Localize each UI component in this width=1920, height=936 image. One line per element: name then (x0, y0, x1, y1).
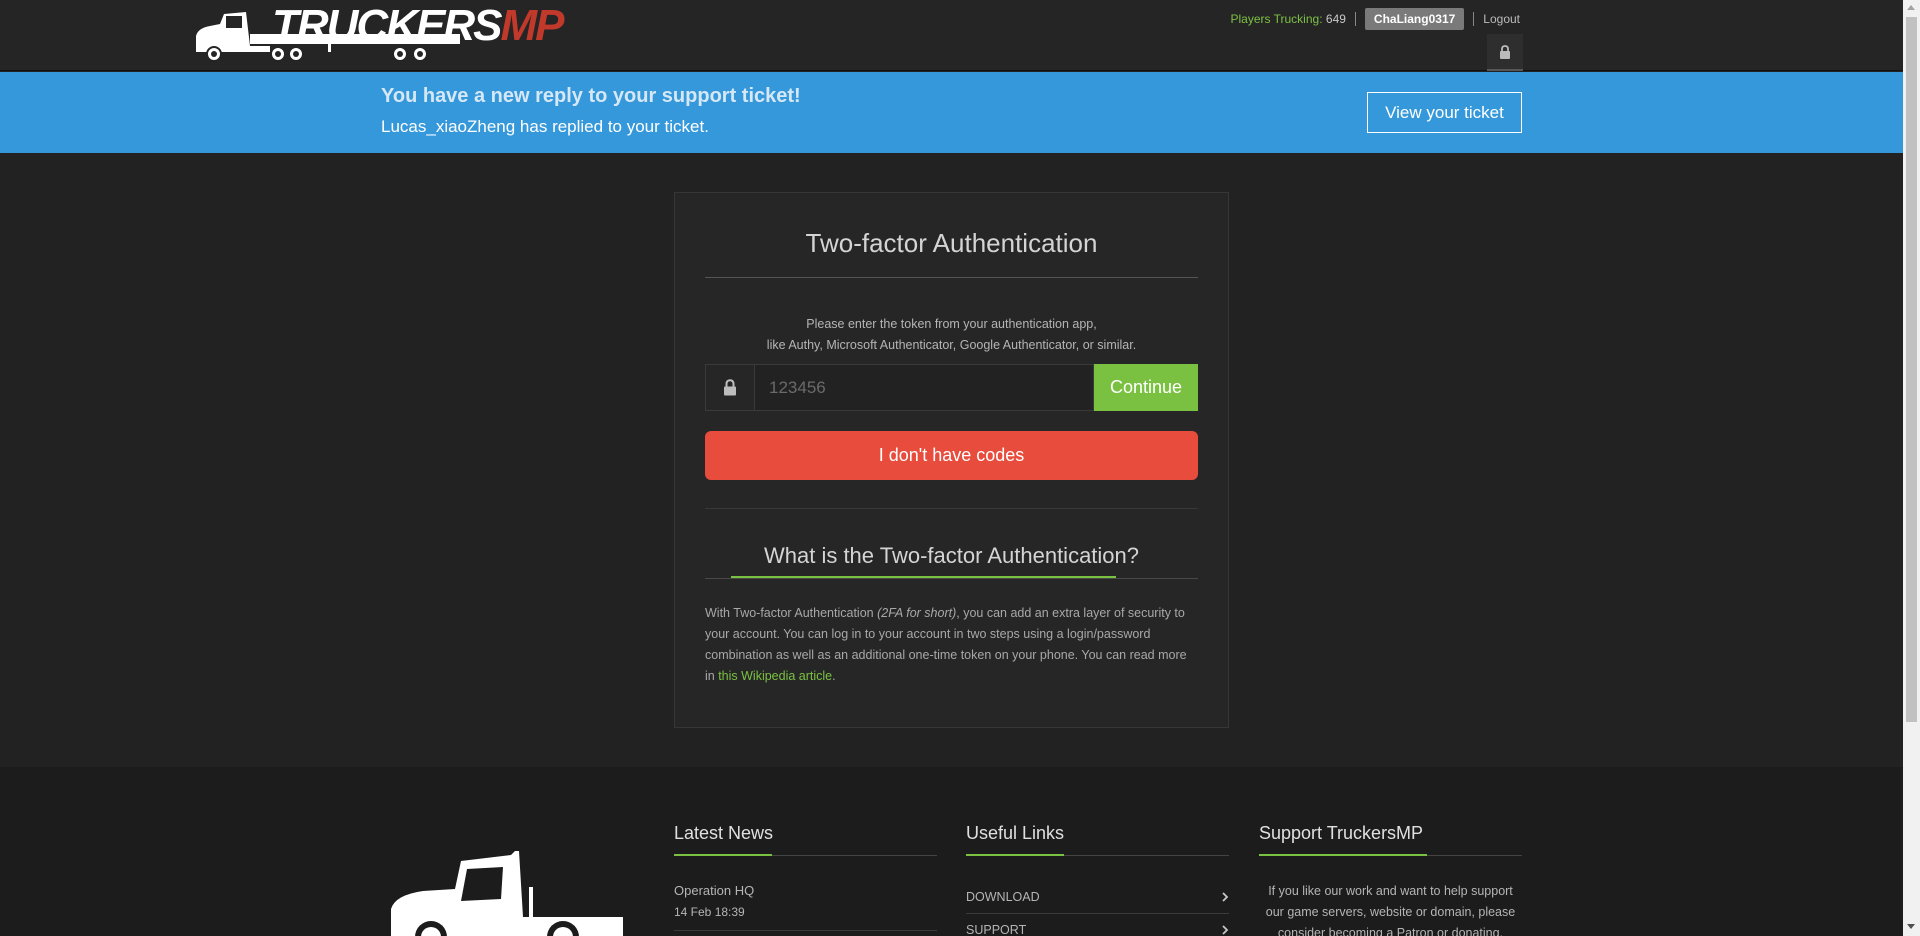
banner-message: Lucas_xiaoZheng has replied to your tick… (381, 117, 709, 136)
footer: Latest News Operation HQ 14 Feb 18:39 Us… (0, 767, 1903, 936)
divider (705, 508, 1198, 509)
scrollbar[interactable] (1903, 0, 1920, 936)
twofa-description: With Two-factor Authentication (2FA for … (705, 603, 1198, 687)
divider (705, 578, 1198, 579)
footer-heading-links: Useful Links (966, 823, 1065, 843)
top-navbar: TRUCKERSMP Players Trucking: 649 ChaLian… (0, 0, 1903, 71)
chevron-right-icon (1222, 925, 1229, 935)
scroll-up-arrow-icon[interactable] (1907, 5, 1915, 10)
token-input[interactable] (754, 364, 1094, 411)
instructions-line-2: like Authy, Microsoft Authenticator, Goo… (766, 338, 1137, 352)
section-heading: What is the Two-factor Authentication? (763, 543, 1140, 568)
lock-tab[interactable] (1487, 34, 1523, 71)
news-item-title[interactable]: Operation HQ (674, 883, 754, 898)
desc-text: With Two-factor Authentication (705, 606, 878, 620)
players-label: Players Trucking: (1230, 12, 1323, 26)
no-codes-button[interactable]: I don't have codes (705, 431, 1198, 480)
divider (966, 913, 1229, 914)
chevron-right-icon (1222, 892, 1229, 902)
divider (1473, 12, 1475, 26)
instructions-line-1: Please enter the token from your authent… (806, 317, 1097, 331)
scroll-down-arrow-icon[interactable] (1907, 924, 1915, 929)
token-input-group: Continue (705, 364, 1198, 411)
footer-heading-news: Latest News (674, 823, 774, 843)
page-title: Two-factor Authentication (805, 228, 1098, 258)
lock-icon (1500, 44, 1510, 59)
heading-underline (731, 576, 1116, 578)
link-label: DOWNLOAD (966, 890, 1040, 904)
desc-emphasis: (2FA for short) (877, 606, 957, 620)
logo-wordmark[interactable]: TRUCKERSMP (272, 1, 564, 50)
instructions: Please enter the token from your authent… (705, 314, 1198, 356)
scrollbar-thumb[interactable] (1906, 17, 1917, 722)
view-ticket-button[interactable]: View your ticket (1367, 92, 1522, 133)
divider (705, 277, 1198, 278)
divider (674, 930, 937, 931)
players-count: 649 (1325, 12, 1346, 26)
players-trucking: Players Trucking: 649 (1231, 12, 1346, 26)
heading-underline (966, 854, 1064, 856)
continue-button[interactable]: Continue (1094, 364, 1198, 411)
username-button[interactable]: ChaLiang0317 (1364, 8, 1465, 30)
lock-icon (724, 379, 736, 396)
support-ticket-banner: You have a new reply to your support tic… (0, 72, 1903, 153)
two-factor-card: Two-factor Authentication Please enter t… (674, 192, 1229, 728)
logout-link[interactable]: Logout (1483, 12, 1520, 26)
footer-heading-support: Support TruckersMP (1259, 823, 1424, 843)
divider (1354, 12, 1356, 26)
desc-end: . (832, 669, 836, 683)
truck-logo-icon (391, 851, 623, 936)
footer-link-support[interactable]: SUPPORT (966, 916, 1229, 936)
support-text: If you like our work and want to help su… (1265, 884, 1516, 936)
news-item-date: 14 Feb 18:39 (674, 905, 745, 919)
input-addon (705, 364, 754, 411)
wikipedia-link[interactable]: this Wikipedia article (718, 669, 832, 683)
footer-link-download[interactable]: DOWNLOAD (966, 883, 1229, 911)
logo-text-white: TRUCKERS (272, 1, 502, 50)
logo-text-red: MP (500, 1, 564, 50)
user-area: Players Trucking: 649 ChaLiang0317 Logou… (1231, 8, 1520, 30)
heading-underline (674, 854, 772, 856)
link-label: SUPPORT (966, 923, 1027, 936)
banner-title: You have a new reply to your support tic… (381, 85, 801, 107)
heading-underline (1259, 854, 1427, 856)
